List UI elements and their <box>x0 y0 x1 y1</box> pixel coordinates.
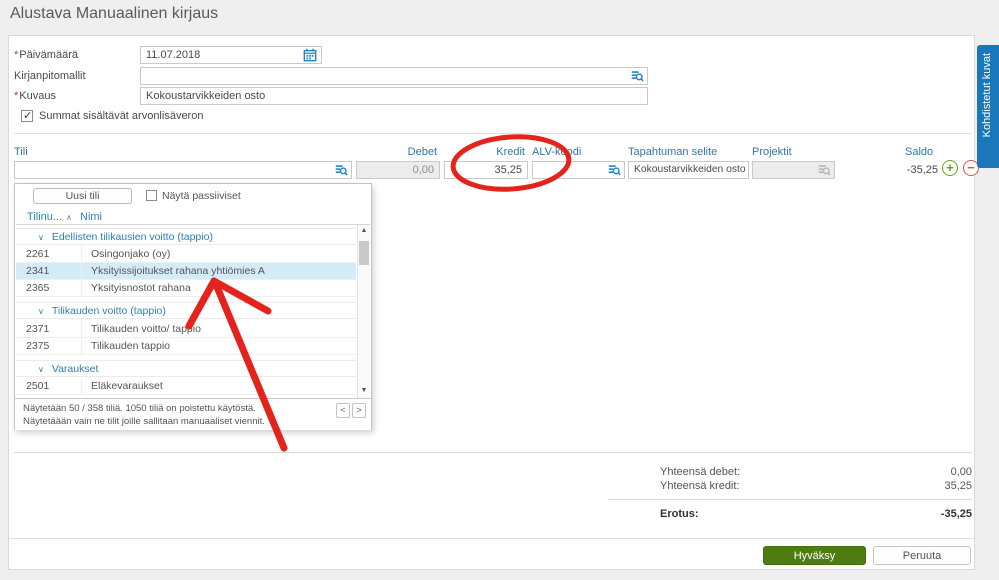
transaction-description-input[interactable]: Kokoustarvikkeiden osto <box>628 161 749 179</box>
picker-column-number[interactable]: Tilinu... ∧ <box>27 211 72 223</box>
picker-column-name[interactable]: Nimi <box>80 211 102 223</box>
project-lookup-icon <box>817 163 831 177</box>
column-header-kredit[interactable]: Kredit <box>444 146 525 158</box>
manual-journal-entry-page: { "page": { "title": "Alustava Manuaalin… <box>0 0 999 580</box>
column-header-tili[interactable]: Tili <box>14 146 28 158</box>
date-input[interactable]: 11.07.2018 <box>140 46 322 64</box>
description-label: Kuvaus <box>14 90 56 102</box>
approve-button[interactable]: Hyväksy <box>763 546 866 565</box>
scroll-down-icon[interactable]: ▼ <box>358 385 370 397</box>
vat-code-lookup-icon[interactable] <box>607 163 621 177</box>
column-header-saldo[interactable]: Saldo <box>905 146 933 158</box>
account-group-header[interactable]: ∨ Edellisten tilikausien voitto (tappio) <box>16 228 356 245</box>
account-picker-dropdown: Uusi tili Näytä passiiviset Tilinu... ∧ N… <box>14 183 372 430</box>
total-kredit-value: 35,25 <box>944 480 972 492</box>
column-header-selite[interactable]: Tapahtuman selite <box>628 146 717 158</box>
account-row[interactable]: 2261 Osingonjako (oy) <box>16 246 356 263</box>
cancel-button[interactable]: Peruuta <box>873 546 971 565</box>
section-divider <box>14 133 972 134</box>
difference-value: -35,25 <box>940 508 972 520</box>
account-row[interactable]: 2371 Tilikauden voitto/ tappio <box>16 321 356 338</box>
add-row-button[interactable]: + <box>942 160 958 176</box>
templates-label: Kirjanpitomallit <box>14 70 86 82</box>
account-row[interactable]: 2375 Tilikauden tappio <box>16 338 356 355</box>
account-group-header[interactable]: ∨ Tilikauden voitto (tappio) <box>16 302 356 319</box>
page-next-button[interactable]: > <box>352 403 366 418</box>
chevron-down-icon: ∨ <box>38 307 44 316</box>
picker-footer-line1: Näytetään 50 / 358 tiliä. 1050 tiliä on … <box>23 403 256 414</box>
matched-images-tab[interactable]: Kohdistetut kuvat <box>977 45 999 168</box>
new-account-button[interactable]: Uusi tili <box>33 188 132 204</box>
picker-footer-line2: Näytetäään vain ne tilit joille sallitaa… <box>23 416 265 427</box>
sort-asc-icon: ∧ <box>66 213 72 222</box>
debet-input: 0,00 <box>356 161 440 179</box>
show-passive-label: Näytä passiiviset <box>162 190 241 202</box>
total-debet-label: Yhteensä debet: <box>660 466 741 478</box>
templates-input[interactable] <box>140 67 648 85</box>
totals-top-divider <box>14 452 972 453</box>
difference-label: Erotus: <box>660 508 699 520</box>
date-label: Päivämäärä <box>14 49 78 61</box>
account-lookup-icon[interactable] <box>334 163 348 177</box>
vat-included-label: Summat sisältävät arvonlisäveron <box>39 110 204 122</box>
account-row[interactable]: 2501 Eläkevaraukset <box>16 378 356 395</box>
account-input[interactable] <box>14 161 352 179</box>
picker-header-divider <box>16 224 370 225</box>
scrollbar-thumb[interactable] <box>359 241 369 265</box>
picker-footer: Näytetään 50 / 358 tiliä. 1050 tiliä on … <box>15 398 371 430</box>
account-group-header[interactable]: ∨ Varaukset <box>16 360 356 377</box>
calendar-icon[interactable] <box>303 48 317 62</box>
chevron-down-icon: ∨ <box>38 233 44 242</box>
show-passive-checkbox[interactable] <box>146 190 157 201</box>
column-header-debet[interactable]: Debet <box>356 146 437 158</box>
row-saldo-value: -35,25 <box>906 164 938 176</box>
account-row[interactable]: 2365 Yksityisnostot rahana <box>16 280 356 297</box>
footer-divider <box>9 538 974 539</box>
account-row-selected[interactable]: 2341 Yksityissijoitukset rahana yhtiömies… <box>16 263 356 280</box>
matched-images-tab-label: Kohdistetut kuvat <box>981 53 993 138</box>
lookup-icon[interactable] <box>630 69 644 83</box>
total-kredit-label: Yhteensä kredit: <box>660 480 740 492</box>
page-prev-button[interactable]: < <box>336 403 350 418</box>
column-header-projektit[interactable]: Projektit <box>752 146 792 158</box>
total-debet-value: 0,00 <box>950 466 972 478</box>
scroll-up-icon[interactable]: ▲ <box>358 225 370 237</box>
column-header-alv[interactable]: ALV-koodi <box>532 146 581 158</box>
page-title: Alustava Manuaalinen kirjaus <box>10 5 219 22</box>
picker-scrollbar[interactable]: ▲ ▼ <box>357 225 370 398</box>
totals-divider <box>608 499 972 500</box>
kredit-input[interactable]: 35,25 <box>444 161 528 179</box>
vat-included-checkbox[interactable] <box>21 109 33 122</box>
chevron-down-icon: ∨ <box>38 365 44 374</box>
description-input[interactable]: Kokoustarvikkeiden osto <box>140 87 648 105</box>
